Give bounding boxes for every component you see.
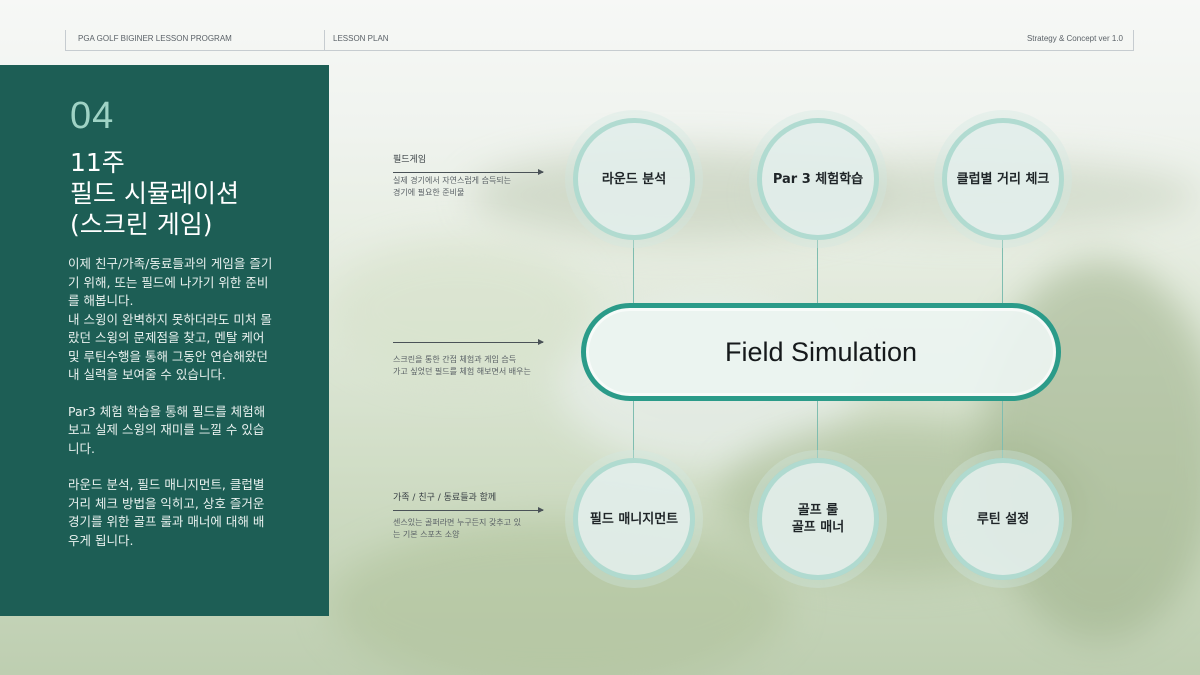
lesson-title: 11주 필드 시뮬레이션 (스크린 게임) — [70, 147, 310, 240]
note-heading: 가족 / 친구 / 동료들과 함께 — [393, 493, 497, 503]
header-program: PGA GOLF BIGINER LESSON PROGRAM — [65, 30, 323, 50]
node-par3-experience: Par 3 체험학습 — [757, 118, 879, 240]
node-field-management: 필드 매니지먼트 — [573, 458, 695, 580]
lesson-panel: 04 11주 필드 시뮬레이션 (스크린 게임) 이제 친구/가족/동료들과의 … — [0, 65, 329, 616]
node-golf-rules-manners: 골프 룰 골프 매너 — [757, 458, 879, 580]
note-screen: 스크린을 통한 간접 체험과 게임 습득 가고 싶었던 필드를 체험 해보면서 … — [393, 336, 553, 378]
note-together: 가족 / 친구 / 동료들과 함께 센스있는 골퍼라면 누구든지 갖추고 있 는… — [393, 490, 553, 541]
node-routine-setting: 루틴 설정 — [942, 458, 1064, 580]
note-heading: 필드게임 — [393, 155, 427, 165]
note-field-game: 필드게임 실제 경기에서 자연스럽게 습득되는 경기에 필요한 준비물 — [393, 152, 553, 199]
title-line: (스크린 게임) — [70, 210, 213, 239]
node-round-analysis: 라운드 분석 — [573, 118, 695, 240]
connector-line — [633, 400, 634, 460]
header-version: Strategy & Concept ver 1.0 — [834, 30, 1134, 50]
note-body: 센스있는 골퍼라면 누구든지 갖추고 있 는 기본 스포츠 소양 — [393, 518, 521, 539]
connector-line — [633, 240, 634, 306]
note-body: 실제 경기에서 자연스럽게 습득되는 경기에 필요한 준비물 — [393, 176, 512, 197]
node-club-distance-check: 클럽별 거리 체크 — [942, 118, 1064, 240]
description-paragraph: Par3 체험 학습을 통해 필드를 체험해보고 실제 스윙의 재미를 느낄 수… — [68, 403, 266, 456]
connector-line — [817, 400, 818, 460]
arrow-right-icon — [393, 507, 544, 513]
arrow-right-icon — [393, 339, 544, 345]
header-section: LESSON PLAN — [324, 30, 624, 50]
lesson-description: 이제 친구/가족/동료들과의 게임을 즐기기 위해, 또는 필드에 나가기 위한… — [68, 255, 273, 568]
description-paragraph: 이제 친구/가족/동료들과의 게임을 즐기기 위해, 또는 필드에 나가기 위한… — [68, 256, 273, 382]
center-node-field-simulation: Field Simulation — [581, 303, 1061, 401]
connector-line — [1002, 240, 1003, 306]
description-paragraph: 라운드 분석, 필드 매니지먼트, 클럽별 거리 체크 방법을 익히고, 상호 … — [68, 477, 265, 548]
lesson-number: 04 — [70, 95, 115, 137]
note-body: 스크린을 통한 간접 체험과 게임 습득 가고 싶었던 필드를 체험 해보면서 … — [393, 355, 531, 376]
arrow-right-icon — [393, 169, 544, 175]
title-line: 11주 — [70, 148, 125, 177]
connector-line — [1002, 400, 1003, 460]
title-line: 필드 시뮬레이션 — [70, 179, 239, 208]
connector-line — [817, 240, 818, 306]
header-bar: PGA GOLF BIGINER LESSON PROGRAM LESSON P… — [65, 30, 1134, 51]
